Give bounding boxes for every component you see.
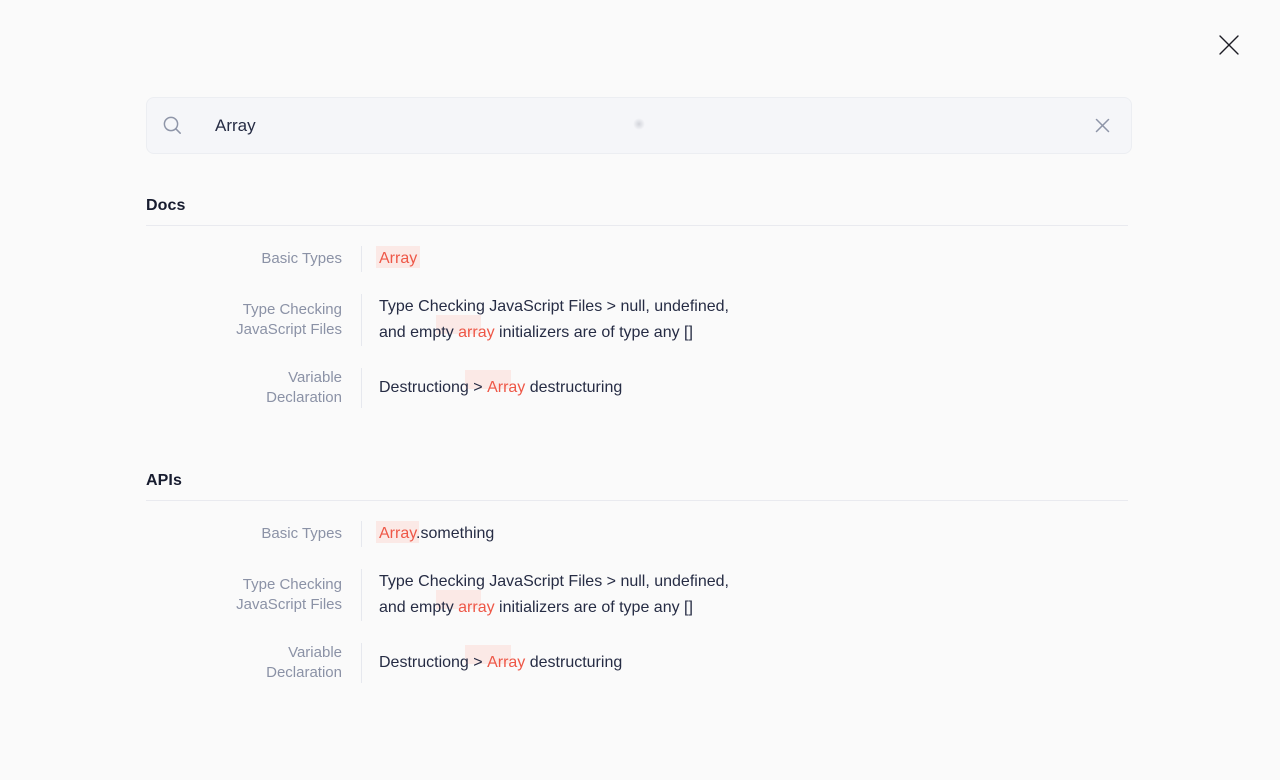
search-match-highlight: Array: [379, 250, 417, 267]
result-row-label-text: Variable Declaration: [224, 643, 342, 683]
result-text-block: Destructiong > Array destructuring: [379, 375, 622, 401]
result-text: destructuring: [525, 379, 622, 396]
search-bar: [146, 97, 1132, 154]
result-row-content: Destructiong > Array destructuring: [361, 643, 1128, 683]
result-text-block: Array.something: [379, 521, 494, 547]
result-row[interactable]: Basic Types Array.something: [146, 514, 1128, 554]
section-title: Docs: [146, 196, 1128, 216]
result-text: Destructiong >: [379, 379, 487, 396]
search-input[interactable]: [215, 116, 1089, 136]
result-row-label: Type Checking JavaScript Files: [146, 294, 342, 346]
result-row-content: Type Checking JavaScript Files > null, u…: [361, 569, 1128, 621]
section-divider: [146, 225, 1128, 226]
search-match-highlight: Array: [487, 654, 525, 671]
result-row-label: Type Checking JavaScript Files: [146, 569, 342, 621]
result-row[interactable]: Variable Declaration Destructiong > Array…: [146, 636, 1128, 690]
clear-search-button[interactable]: [1089, 113, 1115, 139]
search-match-highlight: array: [458, 324, 494, 341]
result-row-content: Type Checking JavaScript Files > null, u…: [361, 294, 1128, 346]
result-text-block: Array: [379, 246, 417, 272]
search-match-highlight: Array: [379, 525, 416, 542]
result-text: .something: [416, 525, 494, 542]
result-section: APIsBasic TypesArray.somethingType Check…: [146, 471, 1128, 690]
result-row[interactable]: Variable Declaration Destructiong > Array…: [146, 361, 1128, 415]
result-text: destructuring: [525, 654, 622, 671]
search-match-highlight: array: [458, 599, 494, 616]
result-text: initializers are of type any []: [495, 599, 693, 616]
close-button[interactable]: [1212, 28, 1246, 62]
result-row-label-text: Type Checking JavaScript Files: [224, 575, 342, 615]
result-row-label-text: Variable Declaration: [224, 368, 342, 408]
result-row-content: Array.something: [361, 521, 1128, 547]
result-row-content: Array: [361, 246, 1128, 272]
search-icon: [162, 115, 183, 136]
result-row-label: Variable Declaration: [146, 643, 342, 683]
section-rows: Basic Types Array Type Checking JavaScript…: [146, 239, 1128, 415]
result-row[interactable]: Basic Types Array: [146, 239, 1128, 279]
result-text-block: Destructiong > Array destructuring: [379, 650, 622, 676]
result-row-label-text: Basic Types: [261, 524, 342, 544]
section-rows: Basic TypesArray.somethingType Checking …: [146, 514, 1128, 690]
result-row-label: Basic Types: [146, 521, 342, 547]
results: Docs Basic Types Array Type Checking JavaSc…: [146, 196, 1128, 746]
close-icon: [1213, 29, 1245, 61]
result-row-label: Basic Types: [146, 246, 342, 272]
result-text: initializers are of type any []: [495, 324, 693, 341]
result-row[interactable]: Type Checking JavaScript Files Type Check…: [146, 562, 1128, 628]
result-row[interactable]: Type Checking JavaScript Files Type Check…: [146, 287, 1128, 353]
result-text-block: Type Checking JavaScript Files > null, u…: [379, 569, 754, 621]
section-title: APIs: [146, 471, 1128, 491]
result-text-block: Type Checking JavaScript Files > null, u…: [379, 294, 754, 346]
search-match-highlight: Array: [487, 379, 525, 396]
result-text: Destructiong >: [379, 654, 487, 671]
result-row-label-text: Basic Types: [261, 249, 342, 269]
result-section: Docs Basic Types Array Type Checking JavaSc…: [146, 196, 1128, 415]
result-row-label: Variable Declaration: [146, 368, 342, 408]
result-row-content: Destructiong > Array destructuring: [361, 368, 1128, 408]
clear-search-icon: [1094, 117, 1111, 134]
result-row-label-text: Type Checking JavaScript Files: [224, 300, 342, 340]
section-divider: [146, 500, 1128, 501]
